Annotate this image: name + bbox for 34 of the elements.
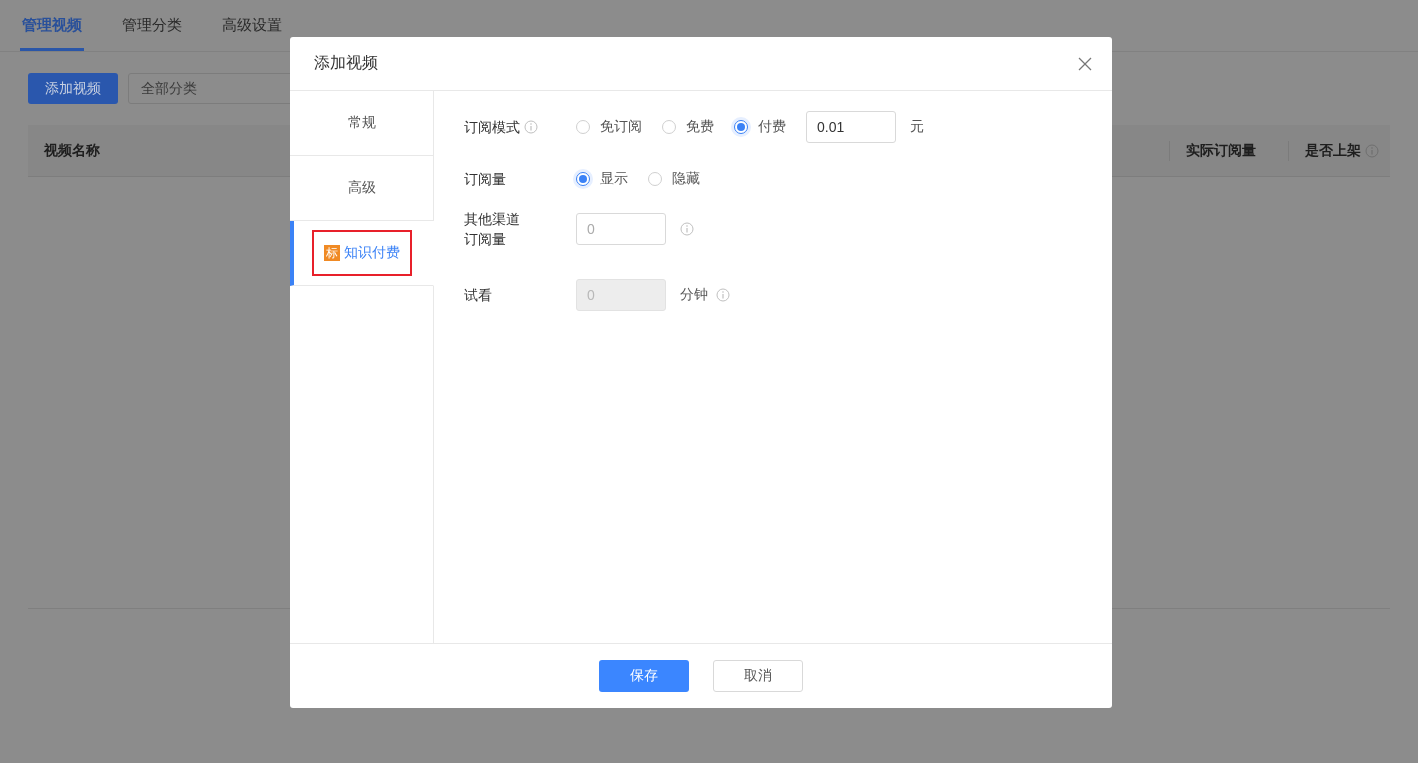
radio-button[interactable] — [576, 172, 590, 186]
tag-badge: 标 — [323, 245, 340, 261]
side-tab[interactable]: 标 知识付费 — [290, 221, 434, 286]
number-input[interactable]: 0 — [576, 213, 666, 245]
field-label: 订阅量 — [464, 170, 506, 189]
cancel-button[interactable]: 取消 — [713, 660, 803, 692]
radio-label: 免订阅 — [600, 118, 642, 136]
unit-label: 元 — [910, 118, 924, 136]
page-tab[interactable]: 高级设置 — [220, 0, 284, 51]
radio-label: 显示 — [600, 170, 628, 188]
radio-button[interactable] — [734, 120, 748, 134]
side-tab[interactable]: 常规 — [290, 91, 434, 156]
add-video-button[interactable]: 添加视频 — [28, 73, 118, 104]
field-label: 其他渠道订阅量 — [464, 210, 521, 249]
save-button[interactable]: 保存 — [599, 660, 689, 692]
unit-label: 分钟 — [680, 286, 708, 304]
field-label: 试看 — [464, 286, 493, 305]
radio-button[interactable] — [662, 120, 676, 134]
radio-label: 付费 — [758, 118, 786, 136]
close-icon[interactable] — [1078, 56, 1092, 71]
page-tab[interactable]: 管理视频 — [20, 0, 84, 51]
side-tab-label: 知识付费 — [343, 244, 400, 262]
radio-label: 免费 — [686, 118, 714, 136]
radio-button[interactable] — [648, 172, 662, 186]
price-input[interactable]: 0.01 — [806, 111, 896, 143]
radio-label: 隐藏 — [672, 170, 700, 188]
field-label: 订阅模式 — [464, 118, 520, 137]
column-header: 实际订阅量 — [1186, 141, 1256, 160]
side-tab[interactable]: 高级 — [290, 156, 434, 221]
column-header: 视频名称 — [44, 141, 100, 160]
page-tab[interactable]: 管理分类 — [120, 0, 184, 51]
column-header: 是否上架 — [1305, 141, 1361, 160]
radio-button[interactable] — [576, 120, 590, 134]
dialog-title: 添加视频 — [314, 53, 378, 73]
